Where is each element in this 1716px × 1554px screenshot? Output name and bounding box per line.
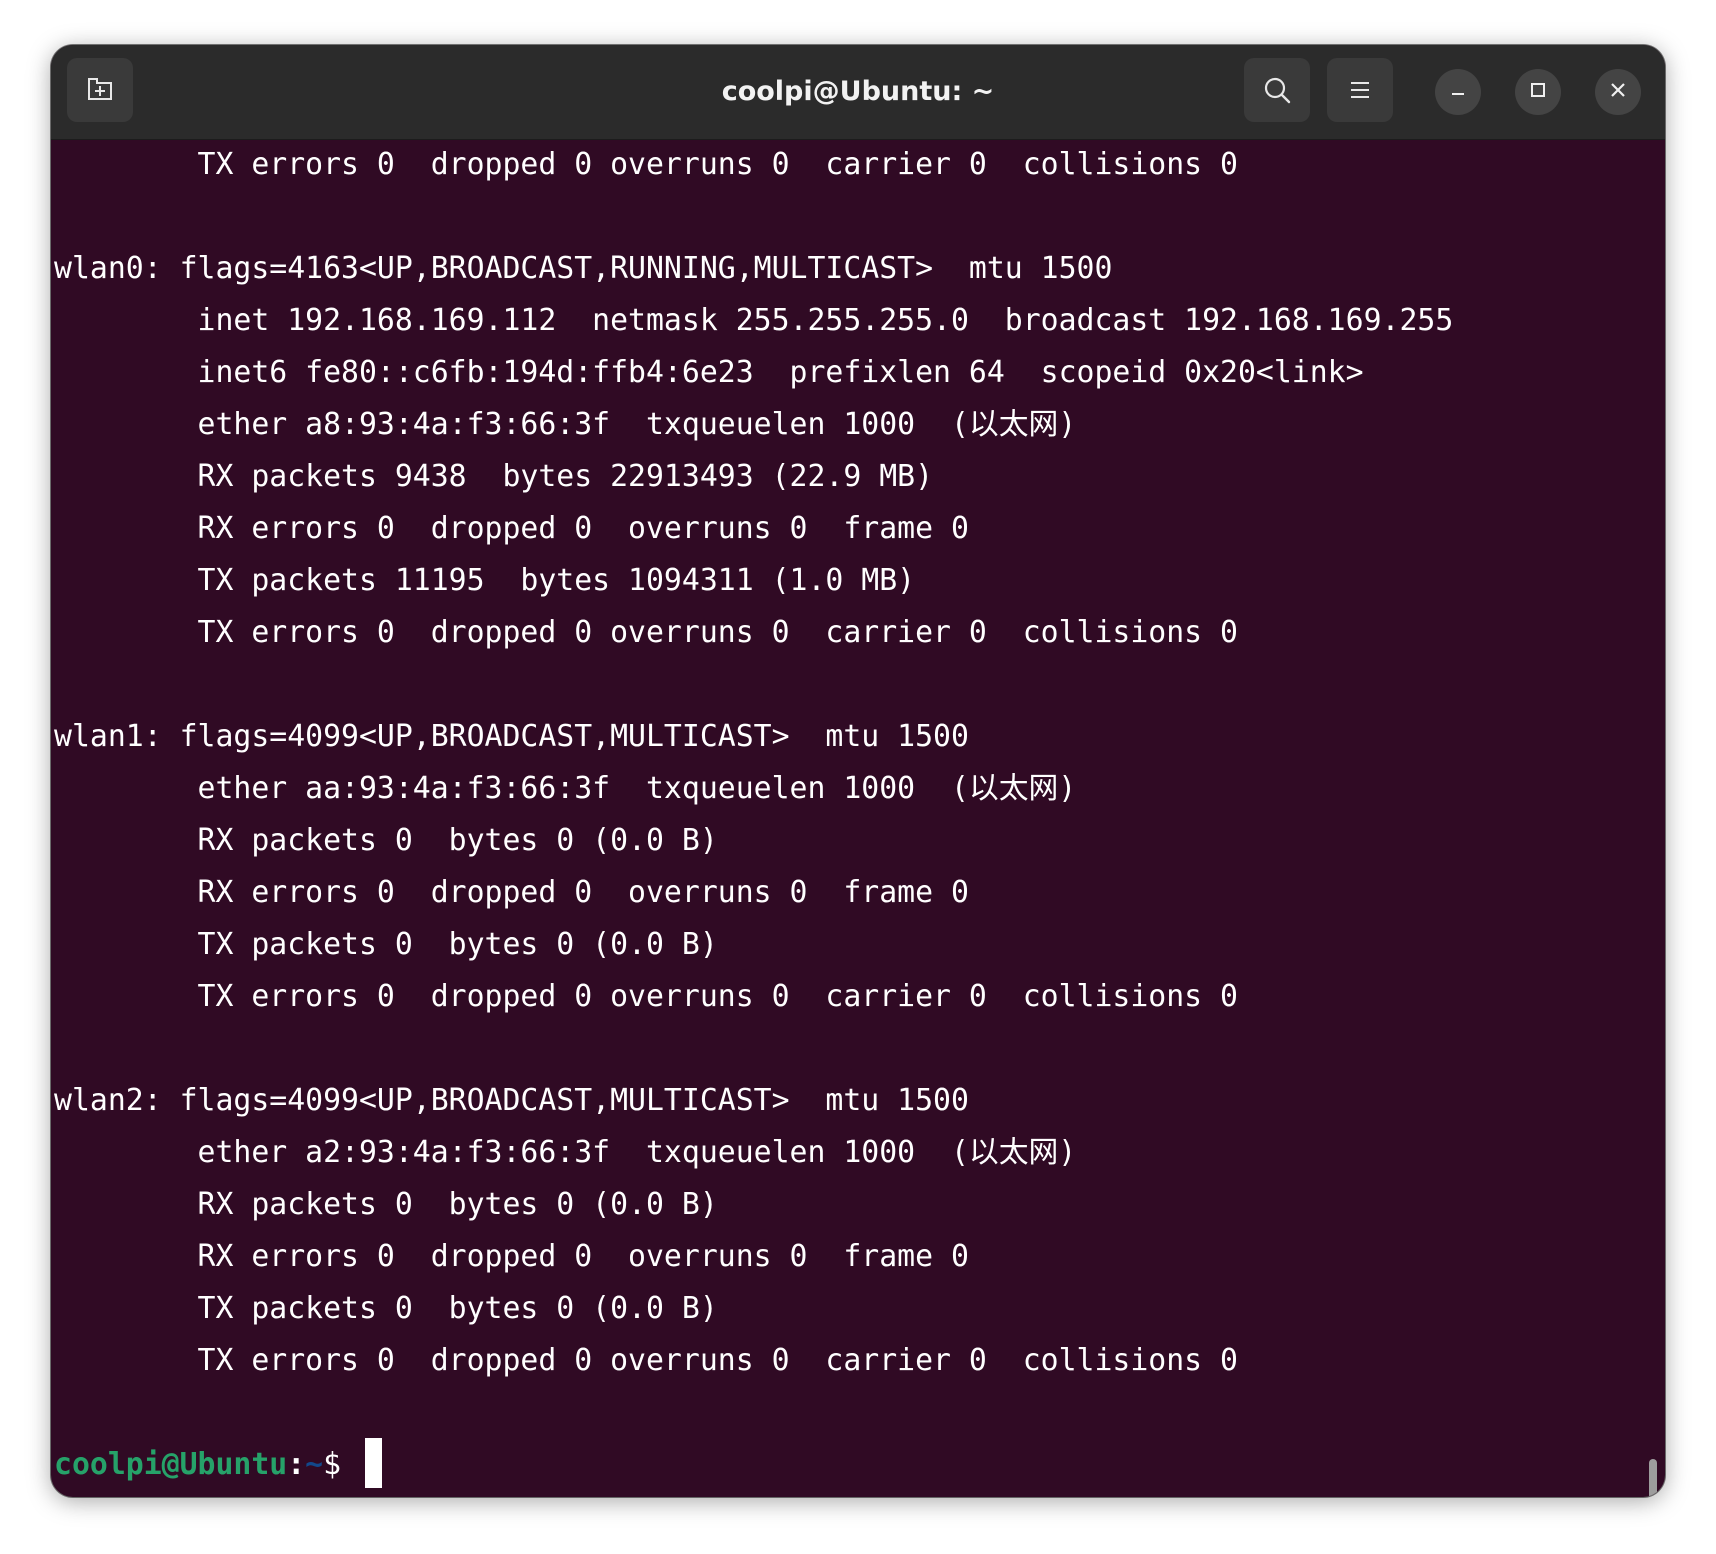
new-tab-button[interactable] <box>67 58 133 122</box>
prompt-path: ~ <box>305 1447 324 1482</box>
prompt-user-host: coolpi@Ubuntu <box>54 1447 288 1482</box>
terminal-line: RX errors 0 dropped 0 overruns 0 frame 0 <box>54 1239 969 1274</box>
prompt-colon: : <box>287 1447 306 1482</box>
terminal-line: wlan1: flags=4099<UP,BROADCAST,MULTICAST… <box>54 719 969 754</box>
menu-button[interactable] <box>1327 58 1393 122</box>
terminal-line: TX packets 0 bytes 0 (0.0 B) <box>54 1291 718 1326</box>
terminal-line: wlan2: flags=4099<UP,BROADCAST,MULTICAST… <box>54 1083 969 1118</box>
terminal-line: TX packets 11195 bytes 1094311 (1.0 MB) <box>54 563 916 598</box>
close-button[interactable] <box>1595 69 1641 115</box>
maximize-button[interactable] <box>1515 69 1561 115</box>
new-tab-icon <box>85 75 115 105</box>
minimize-icon <box>1448 80 1468 104</box>
terminal-line: TX errors 0 dropped 0 overruns 0 carrier… <box>54 1343 1239 1378</box>
terminal-line: ether a2:93:4a:f3:66:3f txqueuelen 1000 … <box>54 1135 1077 1170</box>
terminal-line: RX packets 0 bytes 0 (0.0 B) <box>54 823 718 858</box>
terminal-line: inet 192.168.169.112 netmask 255.255.255… <box>54 303 1454 338</box>
terminal-line: RX errors 0 dropped 0 overruns 0 frame 0 <box>54 511 969 546</box>
prompt-symbol: $ <box>323 1447 360 1482</box>
terminal-line: ether a8:93:4a:f3:66:3f txqueuelen 1000 … <box>54 407 1077 442</box>
terminal-line: TX errors 0 dropped 0 overruns 0 carrier… <box>54 147 1239 182</box>
text-cursor <box>365 1437 383 1488</box>
terminal-line: RX errors 0 dropped 0 overruns 0 frame 0 <box>54 875 969 910</box>
title-bar[interactable]: coolpi@Ubuntu: ~ <box>51 45 1665 140</box>
terminal-output[interactable]: TX errors 0 dropped 0 overruns 0 carrier… <box>51 139 1665 1497</box>
window-title: coolpi@Ubuntu: ~ <box>721 76 995 107</box>
minimize-button[interactable] <box>1435 69 1481 115</box>
terminal-window: coolpi@Ubuntu: ~ TX errors 0 dropped 0 o… <box>51 45 1665 1497</box>
terminal-line: TX packets 0 bytes 0 (0.0 B) <box>54 927 718 962</box>
terminal-line: ether aa:93:4a:f3:66:3f txqueuelen 1000 … <box>54 771 1077 806</box>
terminal-line: TX errors 0 dropped 0 overruns 0 carrier… <box>54 615 1239 650</box>
terminal-line: TX errors 0 dropped 0 overruns 0 carrier… <box>54 979 1239 1014</box>
terminal-line: RX packets 0 bytes 0 (0.0 B) <box>54 1187 718 1222</box>
scrollbar-thumb[interactable] <box>1649 1459 1657 1497</box>
close-icon <box>1608 80 1628 104</box>
hamburger-menu-icon <box>1347 77 1373 103</box>
prompt-line[interactable]: coolpi@Ubuntu:~$ <box>54 1437 383 1491</box>
terminal-line: wlan0: flags=4163<UP,BROADCAST,RUNNING,M… <box>54 251 1113 286</box>
maximize-icon <box>1528 80 1548 104</box>
search-button[interactable] <box>1244 58 1310 122</box>
terminal-line: RX packets 9438 bytes 22913493 (22.9 MB) <box>54 459 934 494</box>
search-icon <box>1262 75 1292 105</box>
terminal-line: inet6 fe80::c6fb:194d:ffb4:6e23 prefixle… <box>54 355 1364 390</box>
